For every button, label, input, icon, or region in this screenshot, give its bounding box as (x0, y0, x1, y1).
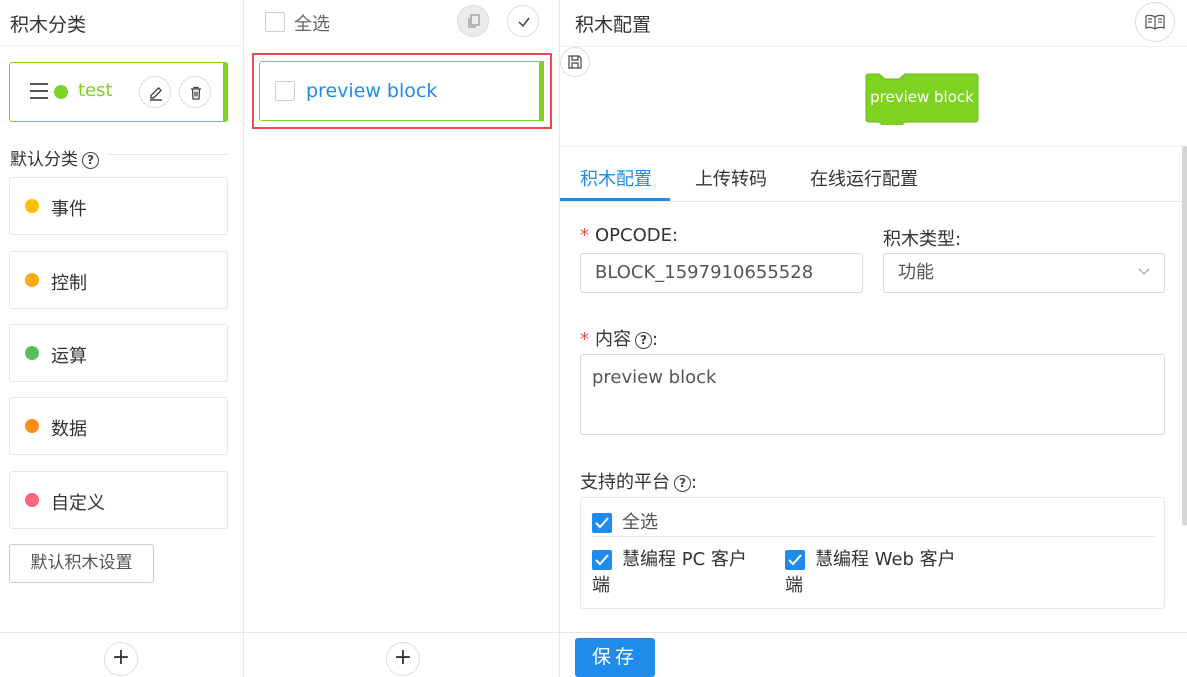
custom-category-item[interactable]: test (9, 62, 228, 122)
platform-options: 全选 慧编程 PC 客户 端 慧编程 Web 客户 端 (580, 497, 1165, 609)
category-color-dot (25, 346, 39, 360)
category-color-dot (54, 85, 68, 99)
block-item[interactable]: preview block (259, 61, 544, 121)
scrollbar[interactable] (1182, 146, 1187, 526)
category-item-custom[interactable]: 自定义 (9, 471, 228, 529)
default-block-settings-button[interactable]: 默认积木设置 (9, 544, 154, 583)
book-icon (1145, 14, 1165, 30)
block-preview: preview block (865, 73, 979, 128)
select-all-label: 全选 (294, 14, 330, 35)
platform-pc-label-line1: 慧编程 PC 客户 (622, 549, 747, 570)
add-block-button[interactable]: + (386, 642, 420, 676)
check-icon (788, 554, 802, 566)
select-all-checkbox[interactable] (265, 12, 285, 32)
category-color-dot (25, 493, 39, 507)
category-label: 运算 (51, 346, 87, 367)
platforms-label-text: 支持的平台 (580, 472, 670, 493)
divider (591, 536, 1155, 537)
category-color-dot (25, 199, 39, 213)
block-checkbox[interactable] (275, 81, 295, 101)
block-label: preview block (306, 80, 438, 102)
block-type-label: 积木类型: (883, 229, 962, 250)
platform-web-label-line1: 慧编程 Web 客户 (815, 549, 956, 570)
platform-web-label-line2: 端 (785, 575, 803, 596)
tab-online-run-config[interactable]: 在线运行配置 (810, 165, 918, 191)
opcode-field[interactable]: BLOCK_1597910655528 (580, 253, 863, 293)
block-preview-label: preview block (870, 88, 974, 106)
opcode-label: * OPCODE: (580, 225, 678, 246)
confirm-button[interactable] (507, 5, 539, 37)
divider (0, 45, 244, 46)
required-mark: * (580, 329, 589, 350)
tab-block-config[interactable]: 积木配置 (580, 165, 652, 191)
check-icon (595, 517, 609, 529)
divider (560, 146, 1187, 147)
label-colon: : (691, 472, 698, 493)
footer-divider (0, 632, 1187, 633)
config-panel-title: 积木配置 (575, 14, 652, 36)
add-category-button[interactable]: + (104, 642, 138, 676)
category-color-dot (25, 273, 39, 287)
category-label: 控制 (51, 273, 87, 294)
block-type-value: 功能 (898, 262, 934, 283)
edit-category-button[interactable] (139, 76, 171, 108)
docs-button[interactable] (1135, 2, 1175, 42)
content-label: * 内容?: (580, 325, 658, 351)
opcode-label-text: OPCODE: (595, 225, 679, 246)
copy-icon (468, 14, 480, 28)
category-panel-title: 积木分类 (10, 14, 87, 36)
category-item-operators[interactable]: 运算 (9, 324, 228, 382)
category-item-data[interactable]: 数据 (9, 397, 228, 455)
platforms-label: 支持的平台?: (580, 468, 697, 494)
check-icon (518, 17, 530, 28)
platform-select-all-label: 全选 (622, 512, 658, 533)
content-label-text: 内容 (595, 329, 631, 350)
platform-web-checkbox[interactable] (785, 550, 805, 570)
default-category-title: 默认分类 (10, 150, 78, 170)
edit-icon (150, 87, 162, 101)
block-config-panel: 积木配置 preview block 积木配置 上传转码 在线运行配置 * OPC… (560, 0, 1187, 677)
divider (108, 154, 228, 155)
category-color-dot (25, 419, 39, 433)
copy-button[interactable] (457, 5, 489, 37)
category-item-control[interactable]: 控制 (9, 251, 228, 309)
content-textarea[interactable]: preview block (580, 354, 1165, 435)
trash-icon (191, 86, 201, 100)
chevron-down-icon (1138, 268, 1150, 275)
help-icon[interactable]: ? (674, 475, 691, 492)
label-colon: : (652, 329, 659, 350)
category-panel: 积木分类 test 默认分类? 事件 控制 运算 数据 自定义 默认积木设置 + (0, 0, 244, 677)
check-icon (595, 554, 609, 566)
delete-category-button[interactable] (179, 76, 211, 108)
drag-handle-icon[interactable] (30, 83, 48, 99)
category-color-bar (223, 62, 228, 122)
custom-category-label: test (78, 80, 113, 101)
divider (560, 46, 1187, 47)
help-icon[interactable]: ? (82, 152, 99, 169)
block-color-bar (539, 61, 544, 121)
platform-pc-label-line2: 端 (592, 575, 610, 596)
save-preview-button[interactable] (560, 47, 590, 77)
platform-select-all-checkbox[interactable] (592, 513, 612, 533)
platform-pc-checkbox[interactable] (592, 550, 612, 570)
category-item-event[interactable]: 事件 (9, 177, 228, 235)
tab-upload-transcode[interactable]: 上传转码 (695, 165, 767, 191)
save-button[interactable]: 保存 (575, 638, 655, 677)
divider (560, 201, 1187, 202)
app-root: 积木分类 test 默认分类? 事件 控制 运算 数据 自定义 默认积木设置 +… (0, 0, 1187, 677)
block-list-panel: 全选 preview block + (244, 0, 560, 677)
block-type-select[interactable]: 功能 (883, 253, 1165, 293)
help-icon[interactable]: ? (635, 332, 652, 349)
required-mark: * (580, 225, 589, 246)
default-category-section-label: 默认分类? (10, 145, 99, 170)
save-icon (568, 55, 582, 69)
category-label: 自定义 (51, 493, 105, 514)
category-label: 事件 (51, 199, 87, 220)
category-label: 数据 (51, 419, 87, 440)
